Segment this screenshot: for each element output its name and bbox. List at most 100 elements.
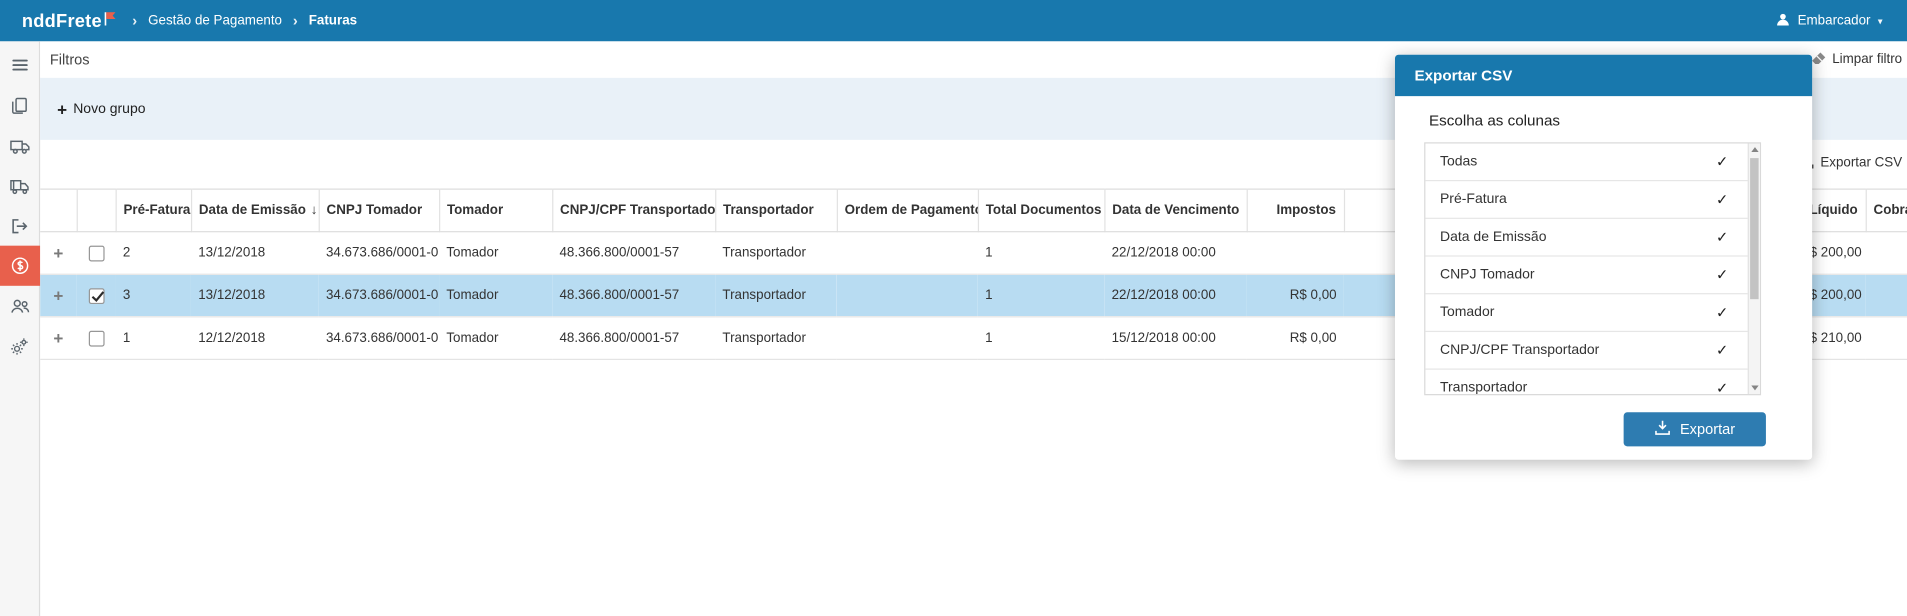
cell-data-de-vencimento: 15/12/2018 00:00 [1104, 316, 1247, 360]
row-checkbox[interactable] [88, 245, 104, 261]
column-header-label: Tomador [446, 203, 504, 218]
column-option-label: Data de Emissão [1439, 229, 1547, 245]
column-header-ordem-de-pagamento[interactable]: Ordem de Pagamento [836, 188, 979, 233]
cell-cobranca [1865, 231, 1907, 275]
sidebar-item-export[interactable] [0, 206, 40, 246]
cell-ordem-de-pagamento [836, 231, 978, 275]
expand-cell: + [40, 231, 77, 275]
column-header-tomador[interactable]: Tomador [439, 188, 553, 233]
column-option-tomador[interactable]: Tomador ✓ [1425, 294, 1751, 333]
user-menu-label: Embarcador [1797, 13, 1871, 28]
cell-cobranca [1865, 316, 1907, 360]
column-header-data-de-vencimento[interactable]: Data de Vencimento [1104, 188, 1248, 233]
cell-transportador: Transportador [715, 316, 837, 360]
cell-data-de-vencimento: 22/12/2018 00:00 [1104, 231, 1247, 275]
expand-cell: + [40, 316, 77, 360]
download-icon [1654, 420, 1671, 439]
new-group-button[interactable]: + Novo grupo [57, 100, 145, 117]
check-column-header [76, 188, 117, 233]
documents-icon [10, 95, 29, 114]
top-bar: nddFrete › Gestão de Pagamento › Faturas… [0, 0, 1907, 42]
column-option-cnpj-tomador[interactable]: CNPJ Tomador ✓ [1425, 257, 1751, 295]
checkbox-cell [76, 231, 116, 275]
modal-subtitle: Escolha as colunas [1429, 111, 1561, 129]
cell-pre-fatura: 1 [115, 316, 191, 360]
column-header-cnpj-tomador[interactable]: CNPJ Tomador [318, 188, 440, 233]
scroll-up-button[interactable] [1749, 144, 1760, 156]
column-option-label: Todas [1439, 154, 1478, 170]
column-option-data-de-emissao[interactable]: Data de Emissão ✓ [1425, 219, 1751, 257]
column-options-list: Todas ✓ Pré-Fatura ✓ Data de Emissão ✓ CNPJ To… [1424, 142, 1762, 396]
column-header-cnpj-cpf-transportador[interactable]: CNPJ/CPF Transportador [552, 188, 716, 233]
expand-column-header [40, 188, 78, 233]
cell-tomador: Tomador [439, 231, 553, 275]
breadcrumb-faturas[interactable]: Faturas [309, 13, 357, 28]
column-option-label: Transportador [1439, 380, 1528, 396]
filters-title: Filtros [49, 51, 90, 69]
cell-cnpj-tomador: 34.673.686/0001-01 [318, 274, 440, 318]
check-icon: ✓ [1715, 153, 1729, 171]
modal-header: Exportar CSV [1394, 54, 1813, 97]
payment-icon [9, 255, 30, 276]
cell-cnpj-tomador: 34.673.686/0001-01 [318, 231, 440, 275]
triangle-up-icon [1750, 147, 1759, 153]
row-checkbox[interactable] [88, 287, 104, 304]
sidebar-item-menu-toggle[interactable] [0, 45, 40, 85]
breadcrumb-separator-icon: › [132, 12, 138, 30]
scroll-down-button[interactable] [1749, 382, 1760, 394]
expand-row-button[interactable]: + [53, 286, 63, 305]
column-option-transportador[interactable]: Transportador ✓ [1425, 370, 1750, 396]
cell-impostos [1246, 231, 1344, 275]
truck-icon [9, 136, 30, 155]
column-header-data-de-emissao[interactable]: Data de Emissão ↓ [190, 188, 320, 233]
users-icon [9, 296, 30, 315]
cell-transportador: Transportador [715, 231, 837, 275]
sidebar-item-documents[interactable] [0, 85, 40, 125]
scrollbar-thumb[interactable] [1750, 158, 1759, 300]
breadcrumb-gestao-de-pagamento[interactable]: Gestão de Pagamento [148, 13, 282, 28]
column-options-inner: Todas ✓ Pré-Fatura ✓ Data de Emissão ✓ CNPJ To… [1425, 144, 1751, 396]
column-header-impostos[interactable]: Impostos [1246, 188, 1345, 233]
column-header-total-documentos[interactable]: Total Documentos [977, 188, 1105, 233]
export-button[interactable]: Exportar [1623, 412, 1766, 447]
expand-cell: + [40, 274, 77, 318]
cell-tomador: Tomador [439, 274, 553, 318]
checkbox-cell [76, 274, 116, 318]
sidebar-item-users[interactable] [0, 286, 40, 326]
logo-flag-icon [104, 9, 116, 30]
cell-impostos: R$ 0,00 [1246, 274, 1344, 318]
cell-pre-fatura: 2 [115, 231, 191, 275]
sidebar [0, 41, 41, 616]
column-option-todas[interactable]: Todas ✓ [1425, 144, 1751, 182]
column-header-label: Total Documentos [985, 203, 1102, 218]
check-icon: ✓ [1715, 341, 1729, 359]
clear-filter-button[interactable]: Limpar filtro [1808, 41, 1905, 77]
column-header-transportador[interactable]: Transportador [715, 188, 838, 233]
column-header-cobranca[interactable]: Cobrança [1865, 188, 1907, 233]
sidebar-item-freight[interactable] [0, 125, 40, 165]
column-header-pre-fatura[interactable]: Pré-Fatura [115, 188, 192, 233]
cell-total-documentos: 1 [977, 274, 1105, 318]
cell-cnpj-cpf-transportador: 48.366.800/0001-57 [552, 274, 716, 318]
column-option-cnpj-cpf-transportador[interactable]: CNPJ/CPF Transportador ✓ [1425, 332, 1751, 370]
column-option-pre-fatura[interactable]: Pré-Fatura ✓ [1425, 181, 1751, 219]
chevron-down-icon: ▾ [1877, 15, 1883, 27]
cell-data-de-emissao: 12/12/2018 [190, 316, 319, 360]
delivery-truck-icon [9, 176, 30, 195]
sidebar-item-payment-management[interactable] [0, 245, 40, 286]
cell-cnpj-cpf-transportador: 48.366.800/0001-57 [552, 231, 716, 275]
user-menu[interactable]: Embarcador ▾ [1776, 0, 1883, 41]
checkbox-cell [76, 316, 116, 360]
sidebar-item-settings[interactable] [0, 326, 40, 366]
check-icon: ✓ [1715, 304, 1729, 322]
expand-row-button[interactable]: + [53, 243, 63, 262]
cell-data-de-emissao: 13/12/2018 [190, 231, 319, 275]
triangle-down-icon [1750, 385, 1759, 391]
user-icon [1776, 12, 1791, 30]
expand-row-button[interactable]: + [53, 328, 63, 347]
sidebar-item-delivery[interactable] [0, 165, 40, 205]
row-checkbox[interactable] [88, 330, 104, 347]
column-option-label: CNPJ/CPF Transportador [1439, 342, 1600, 358]
gears-icon [10, 336, 29, 355]
export-csv-modal: Exportar CSV Escolha as colunas Todas ✓ Pr… [1394, 54, 1813, 460]
